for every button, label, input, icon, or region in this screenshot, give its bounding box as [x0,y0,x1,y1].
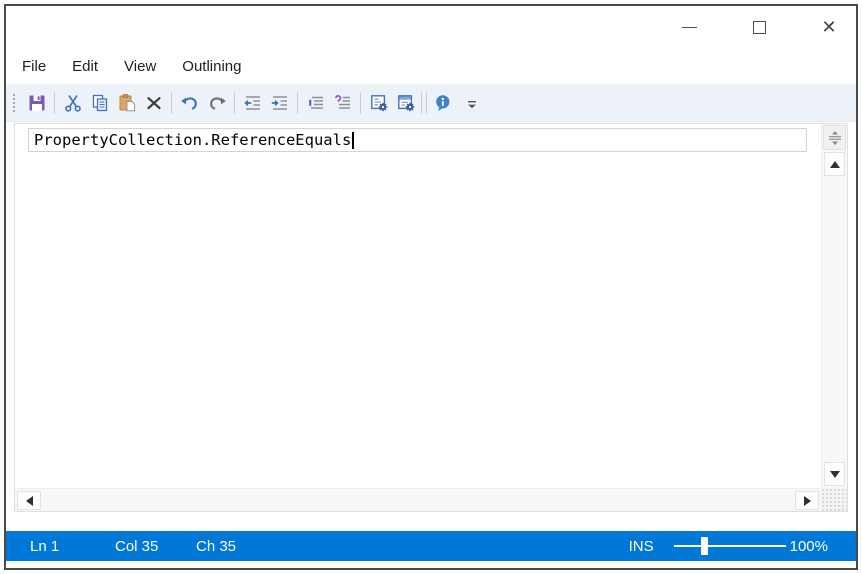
delete-icon [146,96,161,109]
increase-indent-button[interactable] [266,89,293,117]
paste-button[interactable] [113,89,140,117]
status-insert-mode: INS [628,537,654,555]
close-icon: ✕ [821,17,837,37]
cut-button[interactable] [59,89,86,117]
menubar: File Edit View Outlining [6,48,856,84]
scrollbar-corner [821,488,847,511]
status-column-number: Col 35 [115,537,159,555]
splitter-grip-icon [828,130,841,145]
status-char-number: Ch 35 [196,537,237,555]
info-button[interactable] [429,89,456,117]
toolbar-overflow-button[interactable] [462,90,482,116]
scroll-right-button[interactable] [795,491,819,510]
menu-edit[interactable]: Edit [65,54,105,79]
close-button[interactable]: ✕ [812,13,846,41]
zoom-slider-track[interactable] [673,545,786,547]
code-editor[interactable]: PropertyCollection.ReferenceEquals [14,123,848,512]
redo-button[interactable] [203,89,230,117]
document-options-icon [370,94,387,111]
screen: ✕ File Edit View Outlining PropertyColle… [0,0,862,574]
status-line-number: Ln 1 [30,537,60,555]
toolbar-grip-icon[interactable] [11,91,21,115]
copy-icon [92,94,107,111]
scroll-up-button[interactable] [824,152,845,176]
format-selection-button[interactable] [302,89,329,117]
arrow-right-icon [803,495,811,506]
maximize-button[interactable] [742,13,776,41]
toolbar-separator [54,91,55,114]
format-document-button[interactable] [329,89,356,117]
info-icon [435,94,449,111]
toolbar-separator [171,91,172,114]
undo-button[interactable] [176,89,203,117]
app-window: ✕ File Edit View Outlining PropertyColle… [4,4,858,570]
menu-file[interactable]: File [15,54,53,79]
decrease-indent-button[interactable] [239,89,266,117]
horizontal-scrollbar[interactable] [15,488,821,511]
statusbar-position-group: Ln 1 Col 35 Ch 35 [6,538,236,555]
arrow-down-icon [829,470,840,478]
toolbar-separator [297,91,298,114]
arrow-left-icon [25,495,33,506]
editor-text: PropertyCollection.ReferenceEquals [34,131,352,149]
document-options-alt-button[interactable] [392,89,419,117]
scroll-left-button[interactable] [17,491,41,510]
current-line-highlight[interactable]: PropertyCollection.ReferenceEquals [28,128,807,152]
vertical-scrollbar[interactable] [821,124,847,488]
cut-icon [64,94,81,112]
zoom-slider-thumb[interactable] [700,537,708,555]
minimize-icon [681,26,697,28]
status-zoom-level: 100% [789,537,828,555]
save-icon [29,95,44,110]
save-button[interactable] [23,89,50,117]
chevron-down-icon [468,100,476,108]
menu-view[interactable]: View [117,54,163,79]
toolbar-separator [421,91,422,114]
toolbar-separator [234,91,235,114]
statusbar-zoom-group: INS 100% [629,536,828,556]
document-options-alt-icon [397,94,414,111]
maximize-icon [752,20,766,34]
scroll-down-button[interactable] [824,462,845,486]
redo-icon [209,96,226,110]
copy-button[interactable] [86,89,113,117]
format-selection-icon [308,96,323,109]
minimize-button[interactable] [672,13,706,41]
decrease-indent-icon [243,95,260,110]
zoom-slider[interactable] [673,536,786,556]
titlebar[interactable]: ✕ [6,6,856,48]
scrollbar-splitter-handle[interactable] [823,125,846,150]
statusbar: Ln 1 Col 35 Ch 35 INS 100% [6,531,856,561]
menu-outlining[interactable]: Outlining [175,54,248,79]
undo-icon [180,96,197,110]
text-caret [352,131,354,149]
arrow-up-icon [829,160,840,168]
toolbar [6,84,856,122]
document-options-button[interactable] [365,89,392,117]
format-document-icon [334,94,350,109]
toolbar-separator [426,91,427,114]
delete-button[interactable] [140,89,167,117]
increase-indent-icon [271,95,287,110]
toolbar-separator [360,91,361,114]
paste-icon [119,93,135,111]
